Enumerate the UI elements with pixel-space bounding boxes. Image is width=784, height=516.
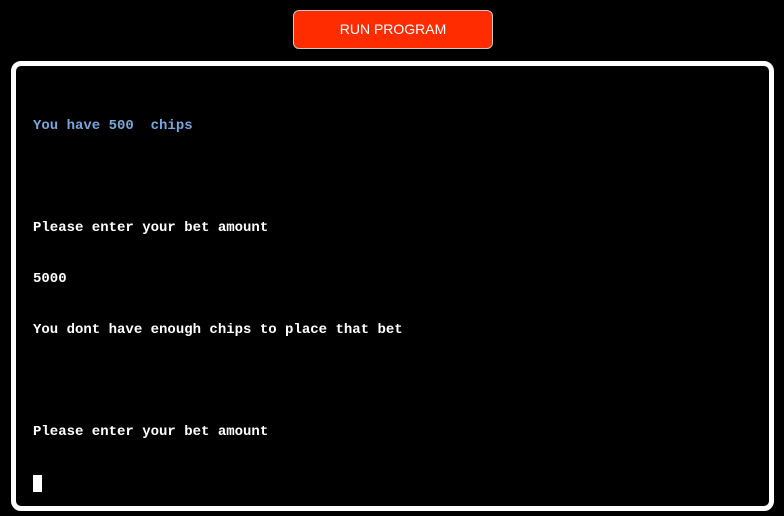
terminal-line-prompt: Please enter your bet amount	[33, 424, 269, 440]
run-program-button[interactable]: RUN PROGRAM	[293, 10, 493, 49]
terminal-line-chips: You have 500 chips	[33, 118, 193, 134]
terminal-line-prompt: Please enter your bet amount	[33, 220, 269, 236]
terminal-output: You have 500 chips Please enter your bet…	[33, 84, 759, 516]
terminal-window[interactable]: You have 500 chips Please enter your bet…	[11, 61, 774, 511]
text-cursor	[33, 475, 42, 492]
terminal-line-error: You dont have enough chips to place that…	[33, 322, 403, 338]
terminal-input-line[interactable]	[33, 475, 759, 492]
terminal-line-input: 5000	[33, 271, 67, 287]
